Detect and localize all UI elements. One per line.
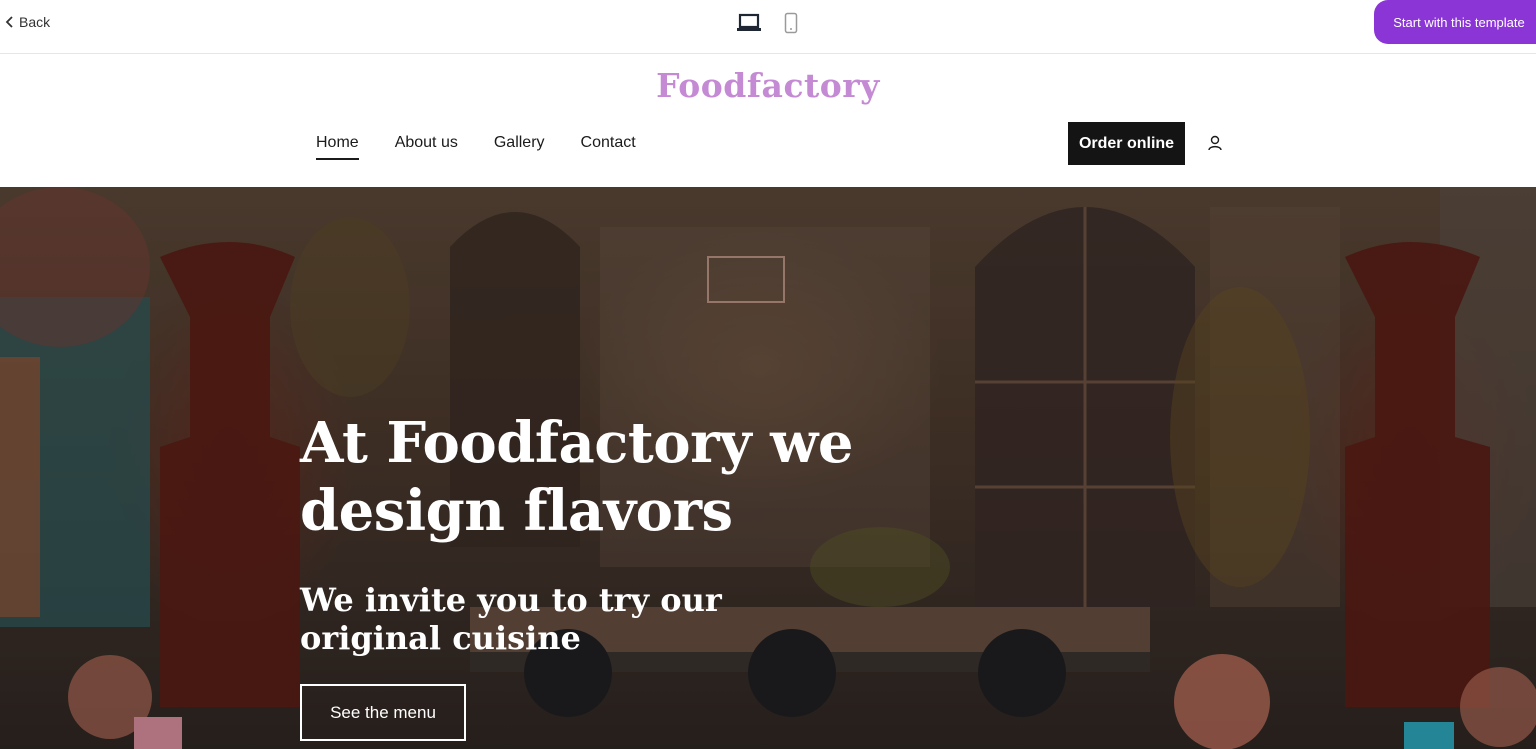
- site-header: Foodfactory Home About us Gallery Contac…: [0, 54, 1536, 187]
- order-online-label: Order online: [1078, 134, 1175, 152]
- hero-title: At Foodfactory we design flavors: [300, 410, 853, 544]
- back-label: Back: [19, 14, 51, 30]
- start-with-template-button[interactable]: Start with this template: [1374, 0, 1536, 44]
- site-logo[interactable]: Foodfactory: [0, 66, 1536, 105]
- nav-item-about-us[interactable]: About us: [395, 134, 458, 160]
- laptop-icon: [737, 13, 761, 31]
- hero-section: At Foodfactory we design flavors We invi…: [0, 187, 1536, 749]
- editor-top-bar: Back Start with this template: [0, 0, 1536, 54]
- nav-item-gallery[interactable]: Gallery: [494, 134, 545, 160]
- mobile-view-toggle[interactable]: [776, 10, 806, 36]
- order-online-button[interactable]: Order online: [1068, 122, 1185, 165]
- main-nav: Home About us Gallery Contact: [316, 134, 636, 160]
- desktop-view-toggle[interactable]: [734, 10, 764, 36]
- chevron-left-icon: [5, 16, 13, 28]
- user-icon[interactable]: [1206, 134, 1224, 152]
- nav-item-home[interactable]: Home: [316, 134, 359, 160]
- hero-subtitle: We invite you to try our original cuisin…: [300, 581, 722, 657]
- start-with-template-label: Start with this template: [1393, 14, 1525, 30]
- see-the-menu-label: See the menu: [330, 702, 436, 722]
- smartphone-icon: [784, 12, 798, 34]
- nav-item-contact[interactable]: Contact: [581, 134, 636, 160]
- back-button[interactable]: Back: [5, 12, 50, 32]
- see-the-menu-button[interactable]: See the menu: [300, 684, 466, 741]
